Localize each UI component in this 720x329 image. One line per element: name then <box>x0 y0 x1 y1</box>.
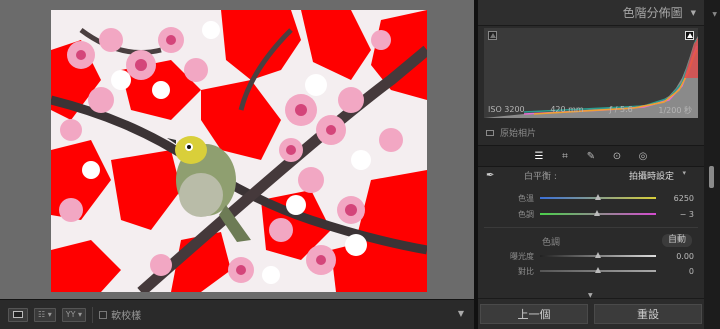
contrast-slider[interactable] <box>540 267 656 273</box>
panel-scrollbar[interactable]: ▼ <box>704 0 720 329</box>
tone-row: 色調 自動 <box>478 234 704 248</box>
tone-label: 色調 <box>542 238 561 248</box>
exposure-slider-thumb[interactable] <box>595 252 601 258</box>
contrast-slider-thumb[interactable] <box>595 267 601 273</box>
panel-footer: 上一個 重設 <box>478 298 704 329</box>
softproof-checkbox[interactable] <box>99 310 108 319</box>
toolbar-menu-arrow-icon[interactable]: ▼ <box>458 309 464 318</box>
tint-slider-thumb[interactable] <box>593 210 600 216</box>
white-balance-select[interactable]: 拍攝時設定 <box>629 169 674 182</box>
eyedropper-icon[interactable]: ✒ <box>486 170 510 181</box>
chevron-down-icon[interactable]: ▾ <box>682 169 686 177</box>
highlight-clipping-icon[interactable] <box>685 31 694 40</box>
brush-icon[interactable]: ✎ <box>585 150 597 162</box>
redeye-icon[interactable]: ⊙ <box>611 150 623 162</box>
temp-label: 色溫 <box>518 193 534 203</box>
develop-right-panel: 色階分佈圖 ▼ ISO 3200 420 mm ƒ / 5.6 1/200 秒 … <box>478 0 704 329</box>
photo-preview[interactable] <box>51 10 427 292</box>
original-photo-label: 原始相片 <box>500 129 537 139</box>
contrast-slider-row: 對比 0 <box>478 265 704 277</box>
white-balance-label: 白平衡 : <box>524 171 557 182</box>
aperture-value: ƒ / 5.6 <box>609 105 633 114</box>
temp-slider-row: 色溫 6250 <box>478 192 704 204</box>
previous-settings-button[interactable]: 上一個 <box>480 304 588 324</box>
exposure-slider-row: 曝光度 0.00 <box>478 250 704 262</box>
photo-frame-icon <box>486 129 494 136</box>
reset-button[interactable]: 重設 <box>594 304 702 324</box>
tint-label: 色調 <box>518 209 534 219</box>
temp-slider-thumb[interactable] <box>595 194 601 200</box>
crop-icon[interactable]: ⌗ <box>559 150 571 162</box>
exposure-label: 曝光度 <box>510 251 534 261</box>
tint-slider[interactable] <box>540 210 656 216</box>
radial-icon[interactable]: ◎ <box>637 150 649 162</box>
scroll-up-arrow-icon[interactable]: ▼ <box>712 11 717 18</box>
develop-tool-strip: ☰ ⌗ ✎ ⊙ ◎ <box>478 145 704 167</box>
compare-view-button[interactable]: YY ▾ <box>61 307 87 322</box>
filmstrip-toolbar: ☷ ▾ YY ▾ 軟校樣 ▼ <box>0 299 474 329</box>
temp-slider[interactable] <box>540 194 656 200</box>
section-divider <box>484 227 698 228</box>
histogram-title: 色階分佈圖 <box>622 6 683 20</box>
white-balance-row: ✒ 白平衡 : 拍攝時設定 ▾ <box>486 168 698 182</box>
shadow-clipping-icon[interactable] <box>488 31 497 40</box>
image-canvas[interactable] <box>0 0 474 299</box>
toolbar-separator <box>92 306 94 323</box>
histogram-metadata: ISO 3200 420 mm ƒ / 5.6 1/200 秒 <box>488 105 692 116</box>
softproof-label: 軟校樣 <box>111 311 142 322</box>
loupe-icon <box>13 311 23 318</box>
grid-view-button[interactable]: ☷ ▾ <box>34 307 56 322</box>
iso-value: ISO 3200 <box>488 105 525 114</box>
softproof-toggle[interactable]: 軟校樣 <box>99 307 141 322</box>
histogram-header[interactable]: 色階分佈圖 ▼ <box>478 0 704 26</box>
exposure-slider[interactable] <box>540 252 656 258</box>
tint-slider-row: 色調 − 3 <box>478 208 704 220</box>
original-photo-indicator[interactable]: 原始相片 <box>486 126 536 139</box>
contrast-value[interactable]: 0 <box>664 267 704 276</box>
tint-value[interactable]: − 3 <box>664 210 704 219</box>
temp-value[interactable]: 6250 <box>664 194 704 203</box>
scrollbar-thumb[interactable] <box>709 166 714 188</box>
loupe-view-button[interactable] <box>8 307 28 322</box>
exposure-value[interactable]: 0.00 <box>664 252 704 261</box>
sliders-icon[interactable]: ☰ <box>533 150 545 162</box>
contrast-label: 對比 <box>518 266 534 276</box>
lightroom-develop-window: ☷ ▾ YY ▾ 軟校樣 ▼ 色階分佈圖 ▼ ISO 3200 420 mm ƒ… <box>0 0 720 329</box>
auto-tone-button[interactable]: 自動 <box>661 234 692 247</box>
focal-length-value: 420 mm <box>550 105 584 114</box>
shutter-value: 1/200 秒 <box>658 106 692 115</box>
triangle-down-icon[interactable]: ▼ <box>691 9 696 17</box>
bird-on-blossom-image <box>51 10 427 292</box>
